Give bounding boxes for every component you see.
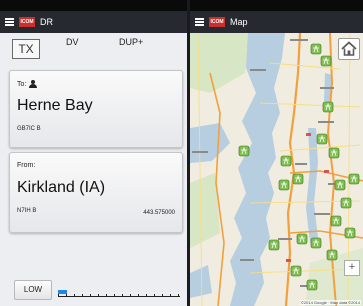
- to-heading-row: To:: [17, 80, 38, 88]
- repeater-marker[interactable]: [320, 55, 332, 67]
- to-callsign: GB7IC B: [17, 126, 41, 132]
- from-frequency: 443.575000: [143, 210, 175, 216]
- map-attribution: ©2014 Google · Map data ©2014: [299, 300, 361, 305]
- repeater-marker[interactable]: [316, 133, 328, 145]
- app-title: Map: [230, 17, 248, 27]
- repeater-marker[interactable]: [310, 43, 322, 55]
- repeater-marker[interactable]: [306, 279, 318, 291]
- status-bar: [190, 0, 363, 11]
- icom-logo: ICOM: [19, 17, 35, 27]
- from-heading-row: From:: [17, 162, 35, 169]
- to-card[interactable]: To: Herne Bay GB7IC B: [9, 70, 183, 148]
- map-canvas: [190, 33, 363, 306]
- from-heading: From:: [17, 162, 36, 169]
- repeater-marker[interactable]: [330, 215, 342, 227]
- repeater-marker[interactable]: [340, 197, 352, 209]
- app-bar: ICOM DR: [0, 11, 187, 33]
- repeater-marker[interactable]: [310, 237, 322, 249]
- repeater-marker[interactable]: [348, 173, 360, 185]
- menu-icon[interactable]: [5, 18, 14, 26]
- icom-logo: ICOM: [209, 17, 225, 27]
- mode-label: DV: [66, 37, 79, 47]
- tx-button[interactable]: TX: [12, 39, 40, 59]
- repeater-marker[interactable]: [290, 265, 302, 277]
- station-pin[interactable]: [306, 133, 311, 136]
- repeater-marker[interactable]: [280, 155, 292, 167]
- to-name: Herne Bay: [17, 97, 93, 114]
- from-callsign: N7IH B: [17, 208, 37, 214]
- signal-meter-base: [58, 296, 180, 297]
- map-screen: ICOM Map + ©2014 Google · Map data ©2014: [190, 0, 363, 306]
- map-view[interactable]: + ©2014 Google · Map data ©2014: [190, 33, 363, 306]
- from-card[interactable]: From: Kirkland (IA) N7IH B 443.575000: [9, 152, 183, 233]
- repeater-marker[interactable]: [344, 227, 356, 239]
- home-icon: [341, 41, 357, 56]
- power-low-button[interactable]: LOW: [14, 280, 52, 300]
- app-bar: ICOM Map: [190, 11, 363, 33]
- repeater-marker[interactable]: [278, 179, 290, 191]
- status-bar: [0, 0, 187, 11]
- to-heading: To:: [17, 80, 27, 88]
- person-icon: [29, 80, 38, 88]
- from-name: Kirkland (IA): [17, 179, 106, 196]
- home-button[interactable]: [338, 38, 360, 60]
- repeater-marker[interactable]: [334, 179, 346, 191]
- dr-screen: ICOM DR TX DV DUP+ To: Herne Bay GB7IC B…: [0, 0, 187, 306]
- dr-body: TX DV DUP+ To: Herne Bay GB7IC B From: K…: [0, 33, 187, 306]
- repeater-marker[interactable]: [328, 147, 340, 159]
- repeater-marker[interactable]: [326, 249, 338, 261]
- repeater-marker[interactable]: [238, 145, 250, 157]
- duplex-label: DUP+: [119, 37, 144, 47]
- repeater-marker[interactable]: [292, 173, 304, 185]
- repeater-marker[interactable]: [322, 101, 334, 113]
- repeater-marker[interactable]: [296, 233, 308, 245]
- app-title: DR: [40, 17, 53, 27]
- station-pin[interactable]: [286, 259, 291, 262]
- zoom-in-button[interactable]: +: [344, 260, 360, 276]
- station-pin[interactable]: [324, 170, 329, 173]
- menu-icon[interactable]: [195, 18, 204, 26]
- repeater-marker[interactable]: [268, 239, 280, 251]
- signal-meter: [58, 290, 180, 298]
